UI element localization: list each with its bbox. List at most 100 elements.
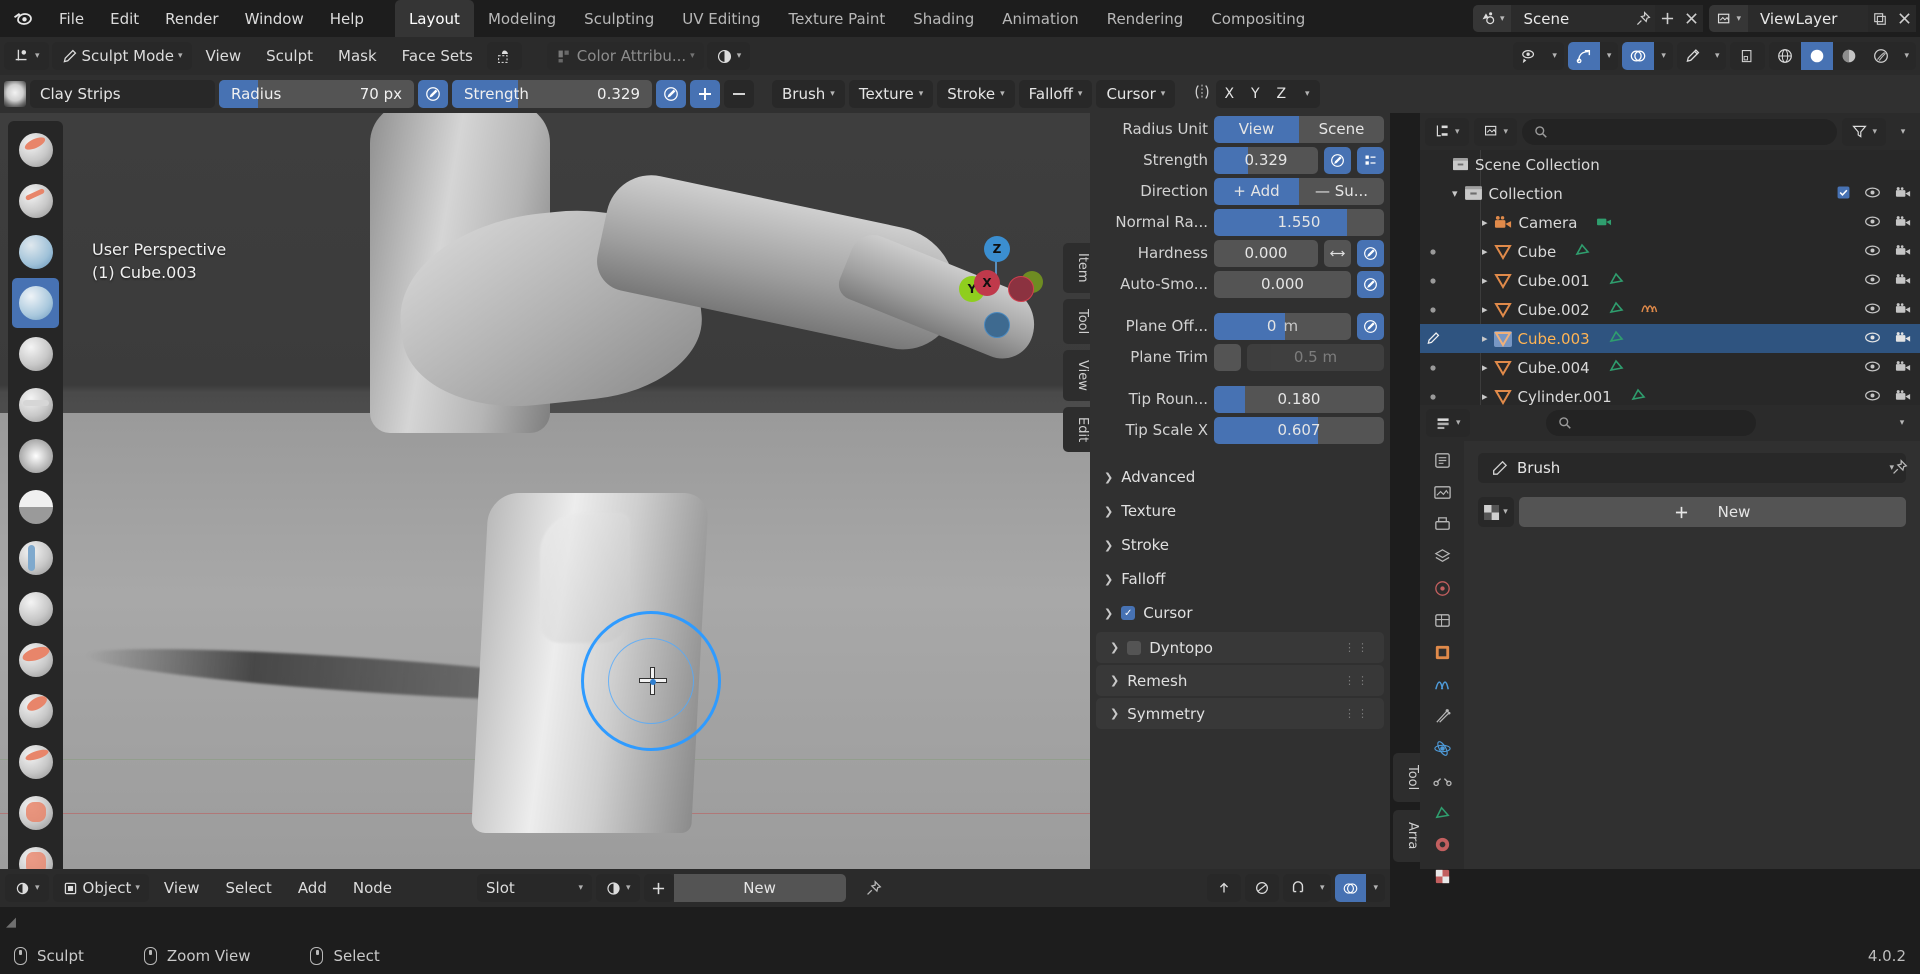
strength-unified-icon[interactable] <box>1357 146 1384 174</box>
visibility-selector[interactable]: ▾ <box>1513 42 1564 70</box>
eye-icon[interactable] <box>1864 214 1881 232</box>
tool-draw-sharp[interactable] <box>12 176 59 226</box>
new-viewlayer-icon[interactable] <box>1868 5 1892 32</box>
gizmo-axis-x-negative[interactable] <box>1008 276 1034 302</box>
plane-offset-pressure-icon[interactable] <box>1357 312 1384 340</box>
radius-pressure-icon[interactable] <box>418 80 448 108</box>
tab-object-icon[interactable] <box>1429 643 1455 662</box>
tool-flatten[interactable] <box>12 635 59 685</box>
new-brush-button[interactable]: New <box>1519 497 1906 527</box>
viewlayer-browse-icon[interactable]: ▾ <box>1709 5 1748 32</box>
gizmo-axis-z[interactable]: Z <box>984 236 1010 262</box>
tab-uv-editing[interactable]: UV Editing <box>668 0 774 37</box>
tool-blob[interactable] <box>12 482 59 532</box>
tool-fill[interactable] <box>12 686 59 736</box>
new-material-button[interactable]: New <box>673 874 846 902</box>
mesh-data-icon[interactable] <box>1630 387 1648 406</box>
cursor-popover[interactable]: Cursor ▾ <box>1096 80 1176 108</box>
tool-crease[interactable] <box>12 533 59 583</box>
camera-data-icon[interactable] <box>1595 214 1614 232</box>
stroke-popover[interactable]: Stroke ▾ <box>937 80 1015 108</box>
auto-smooth-pressure-icon[interactable] <box>1357 270 1384 298</box>
sidebar-tab-edit[interactable]: Edit <box>1063 406 1090 452</box>
brush-name-field[interactable]: Clay Strips <box>30 80 215 108</box>
navigation-gizmo[interactable]: Z Y X <box>955 228 1045 338</box>
scene-name[interactable]: Scene <box>1511 10 1631 28</box>
disclosure-triangle-icon[interactable]: ▸ <box>1482 274 1488 287</box>
eye-icon[interactable] <box>1864 359 1881 377</box>
chevron-down-icon[interactable]: ▾ <box>1708 42 1727 70</box>
section-cursor[interactable]: ❯ ✓ Cursor <box>1090 596 1390 630</box>
render-camera-icon[interactable] <box>1895 359 1912 377</box>
outliner-search-input[interactable] <box>1522 118 1838 145</box>
tab-render-icon[interactable] <box>1429 483 1455 502</box>
shader-menu-add[interactable]: Add <box>287 874 338 902</box>
gizmo-axis-x[interactable]: X <box>974 270 1000 296</box>
eye-icon[interactable] <box>1864 185 1881 203</box>
menu-help[interactable]: Help <box>317 0 377 37</box>
tool-pinch[interactable] <box>12 788 59 838</box>
scene-browse-icon[interactable]: ▾ <box>1472 5 1512 32</box>
pin-node-tree-icon[interactable] <box>862 875 886 902</box>
outliner-display-mode-icon[interactable]: ▾ <box>1473 117 1518 146</box>
tool-layer[interactable] <box>12 380 59 430</box>
pin-properties-icon[interactable] <box>1891 459 1908 480</box>
symmetry-axis-group[interactable]: X Y Z ▾ <box>1216 80 1321 108</box>
viewport-menu-sculpt[interactable]: Sculpt <box>255 42 324 70</box>
tab-modeling[interactable]: Modeling <box>474 0 570 37</box>
sidebar-tab-array[interactable]: Arra <box>1393 810 1420 862</box>
drag-grip-icon[interactable]: ⋮⋮ <box>1344 641 1370 654</box>
strength-pressure-icon[interactable] <box>656 80 686 108</box>
sidebar-tab-view[interactable]: View <box>1063 349 1090 401</box>
remove-viewlayer-icon[interactable] <box>1892 5 1916 32</box>
node-overlays-selector[interactable]: ▾ <box>1335 874 1385 902</box>
overlays-icon[interactable] <box>1335 874 1367 902</box>
viewport-menu-face-sets[interactable]: Face Sets <box>391 42 484 70</box>
blender-logo-icon[interactable] <box>0 0 46 37</box>
outliner-row-cube-001[interactable]: ▸ Cube.001 <box>1420 266 1920 295</box>
shader-type-selector[interactable]: Object ▾ <box>52 874 149 902</box>
chevron-down-icon[interactable]: ▾ <box>1545 42 1564 70</box>
gizmo-icon[interactable] <box>1567 42 1600 70</box>
mode-selector[interactable]: Sculpt Mode ▾ <box>51 42 192 70</box>
add-direction-button[interactable] <box>690 80 720 108</box>
outliner-options-icon[interactable]: ▾ <box>1891 118 1915 145</box>
chevron-down-icon[interactable]: ▾ <box>1366 874 1385 902</box>
outliner-row-cube-004[interactable]: ▸ Cube.004 <box>1420 353 1920 382</box>
hardness-pressure-icon[interactable] <box>1357 239 1384 267</box>
strength-field[interactable]: 0.329 <box>1214 146 1318 174</box>
brush-popover[interactable]: Brush ▾ <box>772 80 845 108</box>
radius-slider[interactable]: Radius 70 px <box>219 80 414 108</box>
properties-editor[interactable]: ▾ ▾ Brush ▾ ▾ New <box>1420 405 1920 884</box>
disclosure-triangle-icon[interactable]: ▸ <box>1482 332 1488 345</box>
viewport-menu-mask[interactable]: Mask <box>327 42 388 70</box>
mesh-data-icon[interactable] <box>1608 300 1626 319</box>
outliner-row-cube-003[interactable]: ▸ Cube.003 <box>1420 324 1920 353</box>
strength-slider[interactable]: Strength 0.329 <box>452 80 652 108</box>
remove-scene-icon[interactable] <box>1679 5 1704 32</box>
gizmo-axis-z-negative[interactable] <box>984 312 1010 338</box>
tab-texture-icon[interactable] <box>1429 867 1455 886</box>
section-advanced[interactable]: ❯ Advanced <box>1090 460 1390 494</box>
chevron-down-icon[interactable]: ▾ <box>1313 874 1332 902</box>
sidebar-tab-tool[interactable]: Tool <box>1393 753 1420 803</box>
radius-unit-toggle[interactable]: View Scene <box>1214 115 1384 143</box>
brush-icon[interactable] <box>1677 42 1708 70</box>
drag-grip-icon[interactable]: ⋮⋮ <box>1344 707 1370 720</box>
sidebar-tab-tool[interactable]: Tool <box>1063 298 1090 344</box>
render-camera-icon[interactable] <box>1895 301 1912 319</box>
render-camera-icon[interactable] <box>1895 330 1912 348</box>
node-corner-widget[interactable]: ◢ <box>6 915 16 930</box>
mesh-data-icon[interactable] <box>1608 358 1626 377</box>
brush-browse-icon[interactable]: ▾ <box>1478 497 1514 527</box>
section-symmetry[interactable]: ❯ Symmetry ⋮⋮ <box>1096 698 1384 729</box>
menu-render[interactable]: Render <box>152 0 231 37</box>
cursor-checkbox[interactable]: ✓ <box>1121 606 1136 620</box>
render-camera-icon[interactable] <box>1895 388 1912 406</box>
mask-select-icon[interactable] <box>486 42 522 70</box>
eye-icon[interactable] <box>1864 243 1881 261</box>
tab-texture-paint[interactable]: Texture Paint <box>774 0 899 37</box>
eye-icon[interactable] <box>1864 301 1881 319</box>
tab-shading[interactable]: Shading <box>899 0 988 37</box>
strength-pressure-icon[interactable] <box>1324 146 1351 174</box>
